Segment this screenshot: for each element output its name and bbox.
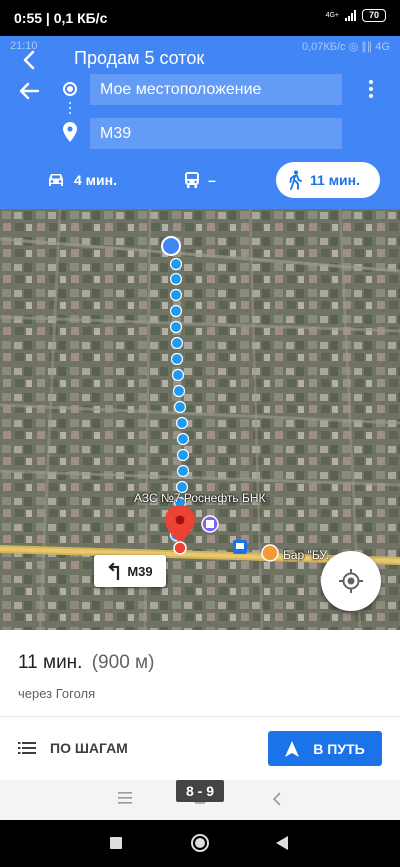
list-icon [18,742,36,754]
page-title: Продам 5 соток [74,48,205,68]
transit-time: – [208,172,216,188]
bus-icon [185,172,199,188]
home-icon[interactable] [191,834,209,852]
navigation-arrow-icon [285,740,300,757]
start-navigation-button[interactable]: В ПУТЬ [268,731,382,766]
directions-header: 21:10 0,07КБ/с ◎ ∥∥ 4G Продам 5 соток Мо… [0,36,400,209]
poi-label-gas-station[interactable]: АЗС №7 Роснефть БНК [134,491,266,505]
route-summary: 11 мин. (900 м) [18,652,154,674]
car-time: 4 мин. [74,172,117,188]
poi-label-bar[interactable]: Бар "БУ... [283,548,335,562]
system-nav-bar [0,820,400,867]
travel-modes: 4 мин. – 11 мин. [0,162,400,200]
status-time-speed: 0:55 | 0,1 КБ/с [14,10,108,26]
route-duration: 11 мин. [18,652,83,673]
route-via: через Гоголя [18,686,96,701]
steps-button[interactable]: ПО ШАГАМ [18,730,128,766]
my-location-button[interactable] [321,551,381,611]
network-type: 4G+ [325,12,339,19]
origin-dot-icon [63,82,77,96]
signal-icon [345,10,356,21]
mode-transit[interactable]: – [184,162,216,198]
origin-field[interactable]: Мое местоположение [90,74,342,105]
route-panel: 11 мин. (900 м) через Гоголя ПО ШАГАМ В … [0,630,400,780]
destination-field[interactable]: М39 [90,118,342,149]
walk-time: 11 мин. [310,172,360,188]
steps-label: ПО ШАГАМ [50,740,128,756]
recents-icon[interactable] [110,837,122,849]
menu-icon[interactable] [118,792,132,804]
connector-dots [69,102,71,118]
outer-status-bar: 0:55 | 0,1 КБ/с 4G+ 70 [0,0,400,36]
title-back-icon[interactable] [18,48,42,72]
back-icon[interactable] [276,836,288,850]
street-sign-label: М39 [127,563,153,579]
destination-pin-icon [63,122,77,142]
my-location-icon [339,569,363,593]
turn-left-icon [108,562,120,580]
mode-walk[interactable]: 11 мин. [276,162,380,198]
route-distance: (900 м) [91,652,155,673]
walk-icon [289,170,302,190]
go-label: В ПУТЬ [313,740,365,757]
status-icons: 4G+ 70 [326,9,386,22]
title-bar: Продам 5 соток [0,44,400,76]
page-badge: 8 - 9 [176,780,224,802]
map-view[interactable]: АЗС №7 Роснефть БНК Бар "БУ... М39 [0,209,400,630]
battery-icon: 70 [362,9,386,22]
panel-divider [0,716,400,717]
back-arrow-icon[interactable] [16,78,42,104]
chevron-left-icon[interactable] [272,792,282,806]
mode-car[interactable]: 4 мин. [46,162,117,198]
more-vert-icon[interactable] [364,78,378,102]
car-icon [49,174,63,186]
street-sign: М39 [94,555,166,587]
